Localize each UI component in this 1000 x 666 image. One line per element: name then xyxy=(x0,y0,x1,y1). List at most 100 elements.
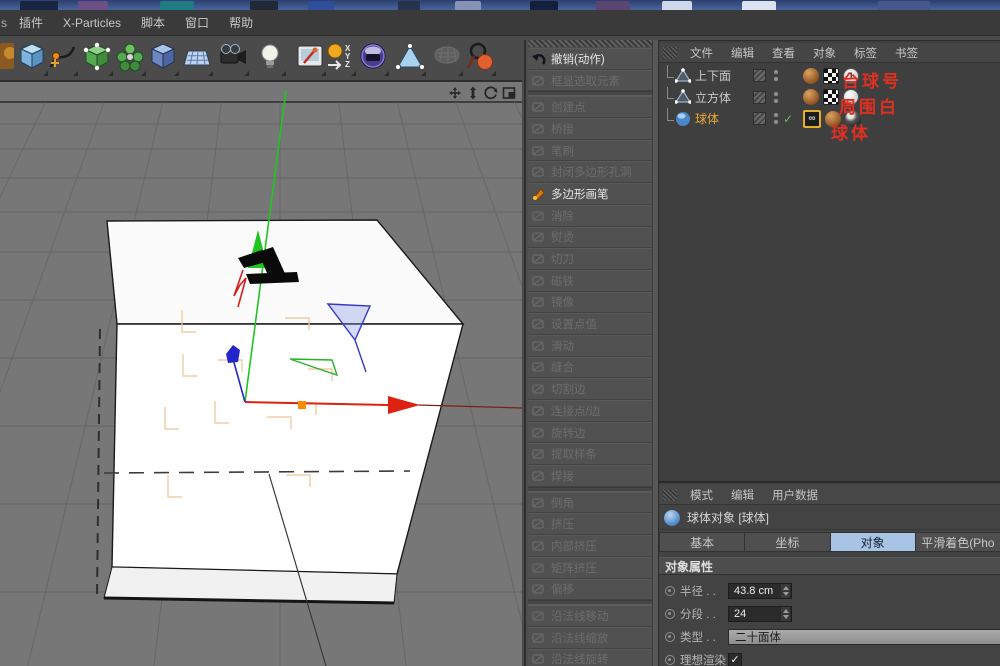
material-tag-icon[interactable] xyxy=(803,68,819,84)
object-manager-menu-item[interactable]: 标签 xyxy=(845,45,886,61)
command-menu-item[interactable]: 熨烫 xyxy=(528,227,654,249)
render-settings-tool-button[interactable] xyxy=(294,39,327,77)
tab-attr[interactable]: 平滑着色(Pho xyxy=(916,532,1000,552)
command-menu-item[interactable]: 内部挤压 xyxy=(528,535,654,557)
command-menu-item[interactable]: 切割边 xyxy=(528,378,654,400)
command-menu-item[interactable]: 焊接 xyxy=(528,465,654,487)
material-tag-icon[interactable] xyxy=(803,89,819,105)
command-menu-item[interactable]: 笔刷 xyxy=(528,140,654,162)
object-manager-menu-item[interactable]: 对象 xyxy=(804,45,845,61)
stepper-arrows[interactable] xyxy=(781,607,790,621)
orbit-view-icon[interactable] xyxy=(484,86,498,100)
command-menu-item[interactable]: 切刀 xyxy=(528,248,654,270)
command-menu-item[interactable]: 沿法线移动 xyxy=(528,605,654,627)
partial-tool-button[interactable] xyxy=(0,39,16,77)
object-row[interactable]: 立方体 xyxy=(659,87,1000,109)
command-menu-item[interactable]: 多边形画笔 xyxy=(528,183,654,205)
command-menu-item[interactable]: 连接点/边 xyxy=(528,400,654,422)
array-tool-button[interactable] xyxy=(114,39,147,77)
menu-item[interactable]: 帮助 xyxy=(219,10,263,35)
object-manager-menu-item[interactable]: 书签 xyxy=(886,45,927,61)
visibility-dots[interactable] xyxy=(772,113,780,124)
command-menu-item[interactable]: 挤压 xyxy=(528,513,654,535)
attribute-menu-item[interactable]: 模式 xyxy=(681,487,722,503)
command-menu-item[interactable]: 设置点值 xyxy=(528,313,654,335)
object-row[interactable]: 球体 ✓ ∞ xyxy=(659,108,1000,130)
phong-tag-selected-icon[interactable]: ∞ xyxy=(803,110,821,128)
visibility-dots[interactable] xyxy=(772,70,780,81)
spline-pen-tool-button[interactable] xyxy=(46,39,79,77)
menu-item[interactable]: 插件 xyxy=(9,10,53,35)
command-menu-item[interactable]: 沿法线旋转 xyxy=(528,649,654,666)
attribute-menu-item[interactable]: 编辑 xyxy=(722,487,763,503)
toggle-view-icon[interactable] xyxy=(502,86,516,100)
make-editable-tool-button[interactable] xyxy=(81,39,114,77)
pan-view-icon[interactable] xyxy=(448,86,462,100)
layer-toggle[interactable] xyxy=(753,69,766,82)
layer-toggle[interactable] xyxy=(753,112,766,125)
panel-grip[interactable] xyxy=(663,489,677,501)
checker-texture-tag-icon[interactable] xyxy=(823,68,839,84)
command-menu-item[interactable]: 提取样条 xyxy=(528,443,654,465)
enabled-check[interactable]: ✓ xyxy=(783,112,795,126)
object-name[interactable]: 立方体 xyxy=(695,89,747,106)
viewport-canvas[interactable] xyxy=(0,82,522,666)
render-perfect-checkbox[interactable]: ✓ xyxy=(728,653,742,666)
coordinates-xyz-tool-button[interactable]: XYZ xyxy=(324,39,357,77)
disabled-grid-tool-button[interactable] xyxy=(431,39,464,77)
plane-primitive-tool-button[interactable] xyxy=(181,39,214,77)
object-name[interactable]: 球体 xyxy=(695,110,747,127)
command-menu-item[interactable]: 偏移 xyxy=(528,579,654,601)
object-name[interactable]: 上下面 xyxy=(695,67,747,84)
command-menu-item[interactable]: 桥接 xyxy=(528,118,654,140)
animation-dot-icon[interactable] xyxy=(665,632,675,642)
layer-toggle[interactable] xyxy=(753,91,766,104)
animation-dot-icon[interactable] xyxy=(665,586,675,596)
command-menu-item[interactable]: 磁铁 xyxy=(528,270,654,292)
magnifier-render-tool-button[interactable] xyxy=(464,39,497,77)
object-manager-menu-item[interactable]: 查看 xyxy=(763,45,804,61)
command-menu-item[interactable]: 滑动 xyxy=(528,335,654,357)
value-input[interactable]: 43.8 cm xyxy=(728,583,792,599)
menu-item[interactable]: 窗口 xyxy=(175,10,219,35)
cube-object[interactable] xyxy=(97,220,463,666)
visibility-dots[interactable] xyxy=(772,92,780,103)
object-manager-menu-item[interactable]: 编辑 xyxy=(722,45,763,61)
stepper-arrows[interactable] xyxy=(781,584,790,598)
tab-attr[interactable]: 坐标 xyxy=(745,532,830,552)
checker-texture-tag-icon[interactable] xyxy=(823,89,839,105)
value-input[interactable]: 24 xyxy=(728,606,792,622)
command-menu-item[interactable]: 倒角 xyxy=(528,492,654,514)
camera-tool-button[interactable] xyxy=(217,39,250,77)
type-dropdown[interactable]: 二十面体 xyxy=(728,629,1000,645)
command-menu-item[interactable]: 矩阵挤压 xyxy=(528,557,654,579)
menu-item[interactable]: 脚本 xyxy=(131,10,175,35)
cube-primitive-tool-button[interactable] xyxy=(16,39,49,77)
dolly-view-icon[interactable] xyxy=(466,86,480,100)
panel-grip[interactable] xyxy=(528,40,652,47)
menu-item[interactable]: X-Particles xyxy=(53,10,131,35)
command-menu-item[interactable]: 框显选取元素 xyxy=(528,70,654,92)
command-menu-item[interactable]: 镜像 xyxy=(528,292,654,314)
command-menu-item[interactable]: 缝合 xyxy=(528,357,654,379)
command-menu-item[interactable]: 旋转边 xyxy=(528,422,654,444)
polygon-mode-tool-button[interactable] xyxy=(394,39,427,77)
render-view-tool-button[interactable] xyxy=(357,39,390,77)
panel-grip[interactable] xyxy=(663,47,677,59)
instance-cube-tool-button[interactable] xyxy=(147,39,180,77)
command-menu-item[interactable]: 撤销(动作) xyxy=(528,48,654,70)
command-menu-item[interactable]: 创建点 xyxy=(528,96,654,118)
tab-object[interactable]: 对象 xyxy=(831,532,916,552)
command-menu-item[interactable]: 沿法线缩放 xyxy=(528,627,654,649)
object-manager-menu-item[interactable]: 文件 xyxy=(681,45,722,61)
menu-item-partial[interactable]: s xyxy=(0,10,9,35)
attribute-menu-item[interactable]: 用户数据 xyxy=(763,487,827,503)
tab-attr[interactable]: 基本 xyxy=(659,532,745,552)
animation-dot-icon[interactable] xyxy=(665,655,675,665)
command-menu-item[interactable]: 封闭多边形孔洞 xyxy=(528,161,654,183)
animation-dot-icon[interactable] xyxy=(665,609,675,619)
object-row[interactable]: 上下面1 xyxy=(659,65,1000,87)
viewport-3d[interactable] xyxy=(0,80,522,666)
light-tool-button[interactable] xyxy=(254,39,287,77)
command-menu-item[interactable]: 消除 xyxy=(528,205,654,227)
